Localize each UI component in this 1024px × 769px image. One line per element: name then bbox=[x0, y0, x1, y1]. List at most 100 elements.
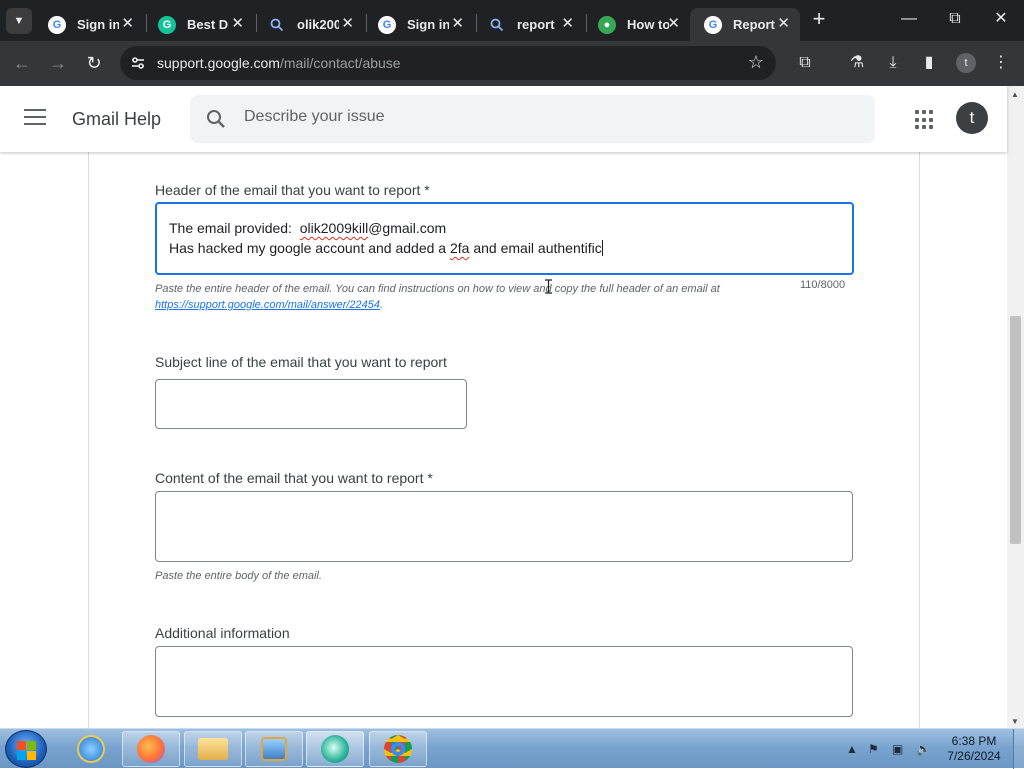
firefox-icon bbox=[137, 735, 165, 763]
tab-title: Sign in bbox=[77, 17, 119, 32]
system-clock[interactable]: 6:38 PM 7/26/2024 bbox=[942, 734, 1006, 764]
content-input[interactable] bbox=[156, 492, 852, 561]
email-header-textarea[interactable]: The email provided: olik2009kill@gmail.c… bbox=[155, 202, 854, 275]
tab-title: Report bbox=[733, 17, 775, 32]
tab-search-button[interactable]: ▼ bbox=[6, 8, 32, 34]
subject-input[interactable] bbox=[156, 380, 466, 428]
scroll-up-arrow-icon[interactable]: ▲ bbox=[1011, 90, 1019, 99]
browser-tab-3[interactable]: olik200 ✕ bbox=[254, 8, 364, 41]
taskbar-media-player[interactable] bbox=[245, 731, 303, 767]
download-icon[interactable]: ⤓ bbox=[882, 52, 904, 74]
subject-label: Subject line of the email that you want … bbox=[155, 354, 447, 370]
restore-button[interactable]: ⧉ bbox=[940, 8, 970, 30]
product-title[interactable]: Gmail Help bbox=[72, 109, 161, 130]
show-hidden-icons-icon[interactable]: ▲ bbox=[846, 742, 858, 756]
scroll-down-arrow-icon[interactable]: ▼ bbox=[1011, 717, 1019, 726]
hint-period: . bbox=[380, 299, 384, 311]
email-header-hint: Paste the entire header of the email. Yo… bbox=[155, 281, 795, 313]
subject-field[interactable] bbox=[155, 379, 467, 429]
show-desktop-button[interactable] bbox=[1013, 729, 1024, 769]
bookmark-star-icon[interactable]: ☆ bbox=[748, 52, 764, 73]
typed-line-1-prefix: The email provided: bbox=[169, 220, 300, 236]
window-close-button[interactable]: ✕ bbox=[986, 8, 1016, 30]
email-header-hint-text: Paste the entire header of the email. Yo… bbox=[155, 283, 720, 295]
side-panel-icon[interactable]: ▮ bbox=[918, 52, 940, 74]
text-caret bbox=[601, 240, 603, 256]
browser-tab-active[interactable]: G Report ✕ bbox=[690, 8, 800, 41]
search-icon bbox=[488, 16, 506, 34]
character-counter: 110/8000 bbox=[800, 279, 846, 291]
search-icon[interactable] bbox=[206, 109, 226, 129]
typed-line-2-a: Has hacked my google account and added a bbox=[169, 240, 450, 256]
volume-icon[interactable]: 🔈 bbox=[916, 742, 931, 756]
help-search-input[interactable] bbox=[244, 108, 844, 126]
header-instructions-link[interactable]: https://support.google.com/mail/answer/2… bbox=[155, 299, 380, 311]
google-g-icon: G bbox=[378, 15, 396, 34]
site-info-icon[interactable] bbox=[130, 55, 146, 71]
search-icon bbox=[268, 16, 286, 34]
typed-line-1-suffix: @gmail.com bbox=[368, 220, 447, 236]
content-label: Content of the email that you want to re… bbox=[155, 470, 433, 486]
chrome-menu-icon[interactable]: ⋮ bbox=[990, 52, 1012, 74]
profile-avatar[interactable]: t bbox=[956, 53, 976, 73]
app-icon bbox=[321, 735, 349, 763]
minimize-button[interactable]: — bbox=[894, 8, 924, 30]
close-icon[interactable]: ✕ bbox=[341, 14, 354, 32]
back-button[interactable]: ← bbox=[11, 52, 33, 74]
url-host: support.google.com bbox=[157, 55, 280, 71]
close-icon[interactable]: ✕ bbox=[231, 14, 244, 32]
google-g-icon: G bbox=[704, 15, 722, 34]
additional-info-label: Additional information bbox=[155, 625, 290, 641]
url-text: support.google.com/mail/contact/abuse bbox=[157, 55, 401, 71]
account-avatar[interactable]: t bbox=[956, 102, 988, 134]
labs-flask-icon[interactable]: ⚗ bbox=[846, 52, 868, 74]
text-cursor-icon bbox=[545, 279, 552, 294]
extensions-icon[interactable]: ⧉ bbox=[794, 52, 816, 74]
reload-button[interactable]: ↻ bbox=[83, 52, 105, 74]
tab-title: olik200 bbox=[297, 17, 339, 32]
windows-logo-icon bbox=[17, 741, 26, 750]
email-header-label: Header of the email that you want to rep… bbox=[155, 182, 430, 198]
address-bar[interactable]: support.google.com/mail/contact/abuse ☆ bbox=[120, 46, 776, 80]
help-search-box[interactable] bbox=[190, 95, 875, 143]
misspelled-word[interactable]: 2fa bbox=[450, 240, 469, 256]
action-center-flag-icon[interactable]: ⚑ bbox=[868, 742, 879, 756]
content-textarea[interactable] bbox=[155, 491, 853, 562]
start-button[interactable] bbox=[5, 730, 47, 768]
browser-tab-5[interactable]: report ✕ bbox=[474, 8, 584, 41]
taskbar-firefox[interactable] bbox=[122, 731, 180, 767]
network-icon[interactable]: ▣ bbox=[892, 742, 903, 756]
browser-tab-2[interactable]: G Best Di ✕ bbox=[144, 8, 254, 41]
url-path: /mail/contact/abuse bbox=[279, 55, 401, 71]
taskbar-internet-explorer[interactable] bbox=[62, 731, 120, 767]
additional-info-input[interactable] bbox=[156, 647, 852, 716]
misspelled-word[interactable]: olik2009kill bbox=[300, 220, 368, 236]
folder-icon bbox=[198, 738, 228, 760]
main-menu-icon[interactable] bbox=[24, 109, 46, 127]
new-tab-button[interactable]: + bbox=[808, 8, 830, 30]
close-icon[interactable]: ✕ bbox=[561, 14, 574, 32]
chrome-icon bbox=[384, 735, 412, 763]
windows-logo-icon bbox=[27, 741, 36, 750]
media-player-icon bbox=[261, 737, 287, 761]
windows-logo-icon bbox=[27, 751, 36, 760]
google-apps-icon[interactable] bbox=[915, 110, 935, 130]
close-icon[interactable]: ✕ bbox=[121, 14, 134, 32]
taskbar-file-explorer[interactable] bbox=[184, 731, 242, 767]
taskbar-chrome[interactable] bbox=[369, 731, 427, 767]
browser-tab-6[interactable]: ● How to ✕ bbox=[584, 8, 690, 41]
forward-button[interactable]: → bbox=[47, 52, 69, 74]
close-icon[interactable]: ✕ bbox=[451, 14, 464, 32]
internet-explorer-icon bbox=[77, 735, 105, 763]
close-icon[interactable]: ✕ bbox=[777, 14, 790, 32]
additional-info-textarea[interactable] bbox=[155, 646, 853, 717]
grammarly-icon: G bbox=[158, 15, 176, 34]
taskbar-active-app[interactable] bbox=[306, 731, 364, 767]
browser-tab-1[interactable]: G Sign in ✕ bbox=[34, 8, 144, 41]
browser-tab-4[interactable]: G Sign in ✕ bbox=[364, 8, 474, 41]
page-scrollbar[interactable]: ▲ ▼ bbox=[1007, 86, 1024, 728]
page-viewport: Gmail Help t Header of the email that yo… bbox=[0, 86, 1024, 728]
scrollbar-thumb[interactable] bbox=[1010, 316, 1021, 544]
close-icon[interactable]: ✕ bbox=[667, 14, 680, 32]
system-tray: ▲ ⚑ ▣ 🔈 6:38 PM 7/26/2024 bbox=[842, 729, 1022, 769]
